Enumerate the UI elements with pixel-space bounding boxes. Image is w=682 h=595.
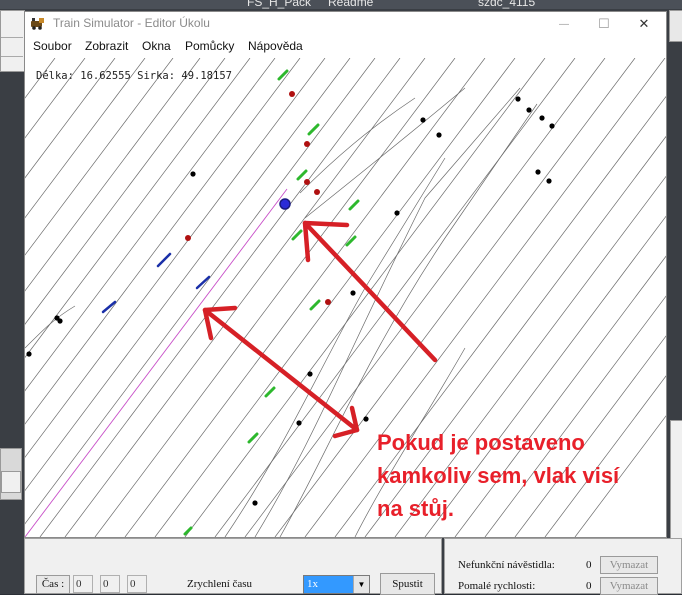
menu-pomucky[interactable]: Pomůcky bbox=[185, 39, 234, 53]
signal-red[interactable] bbox=[289, 91, 295, 97]
signal-red[interactable] bbox=[304, 141, 310, 147]
menu-napoveda[interactable]: Nápověda bbox=[248, 39, 303, 53]
signal-green[interactable] bbox=[277, 69, 289, 81]
signal-red[interactable] bbox=[314, 189, 320, 195]
track-node[interactable] bbox=[549, 123, 555, 129]
time-hours-field[interactable]: 0 bbox=[73, 575, 93, 593]
track-node[interactable] bbox=[539, 115, 545, 121]
track-node[interactable] bbox=[26, 351, 32, 357]
track-line bbox=[25, 58, 201, 292]
track-line bbox=[25, 58, 56, 99]
signal-green[interactable] bbox=[345, 235, 357, 247]
editor-window: Train Simulator - Editor Úkolu — ☐ ✕ Sou… bbox=[24, 11, 667, 538]
time-acceleration-value: 1x bbox=[304, 576, 354, 593]
track-node[interactable] bbox=[394, 210, 400, 216]
selected-route-line[interactable] bbox=[25, 188, 288, 537]
track-line bbox=[25, 58, 301, 425]
track-line bbox=[25, 58, 351, 492]
track-line bbox=[25, 58, 146, 219]
annotation-note: Pokud je postaveno kamkoliv sem, vlak vi… bbox=[377, 430, 620, 521]
annotation-arrows bbox=[202, 220, 438, 439]
signal-green[interactable] bbox=[264, 386, 276, 398]
simulation-controls-panel: Čas : 0 0 0 Zrychlení času 1x ▼ Spustit bbox=[24, 538, 442, 595]
selected-point-marker[interactable] bbox=[279, 198, 291, 210]
signal-green[interactable] bbox=[183, 526, 193, 536]
track-node[interactable] bbox=[296, 420, 302, 426]
background-taskbar: FS_H_Pack Readme szdc_4115 bbox=[0, 0, 682, 9]
blue-track-mark bbox=[156, 252, 172, 268]
chevron-down-icon[interactable]: ▼ bbox=[353, 576, 369, 593]
time-seconds-field[interactable]: 0 bbox=[127, 575, 147, 593]
train-app-icon bbox=[31, 18, 44, 30]
maximize-icon: ☐ bbox=[598, 16, 610, 31]
track-branch bbox=[299, 97, 416, 194]
coordinates-readout: Délka: 16.62555 Sirka: 49.18157 bbox=[36, 70, 232, 82]
window-titlebar[interactable]: Train Simulator - Editor Úkolu — ☐ ✕ bbox=[25, 12, 666, 36]
signal-red[interactable] bbox=[185, 235, 191, 241]
annotation-arrow-pointer bbox=[302, 220, 438, 363]
track-branch bbox=[25, 305, 76, 349]
signal-green[interactable] bbox=[307, 123, 320, 136]
maximize-button[interactable]: ☐ bbox=[584, 12, 624, 36]
slow-speeds-count: 0 bbox=[586, 580, 592, 592]
clear-slow-speeds-button[interactable]: Vymazat bbox=[600, 577, 658, 595]
taskbar-item[interactable]: szdc_4115 bbox=[478, 0, 535, 9]
time-minutes-field[interactable]: 0 bbox=[100, 575, 120, 593]
broken-signals-label: Nefunkční návěstidla: bbox=[458, 559, 555, 571]
track-node[interactable] bbox=[350, 290, 356, 296]
menu-zobrazit[interactable]: Zobrazit bbox=[85, 39, 128, 53]
track-line bbox=[25, 58, 276, 392]
track-node[interactable] bbox=[436, 132, 442, 138]
signal-green[interactable] bbox=[247, 432, 259, 444]
background-window-left bbox=[0, 10, 25, 72]
track-line bbox=[25, 58, 174, 256]
track-node[interactable] bbox=[546, 178, 552, 184]
track-node[interactable] bbox=[535, 169, 541, 175]
track-node[interactable] bbox=[57, 318, 63, 324]
slow-speeds-label: Pomalé rychlosti: bbox=[458, 580, 536, 592]
track-line bbox=[25, 58, 86, 139]
menubar: Soubor Zobrazit Okna Pomůcky Nápověda bbox=[25, 36, 666, 56]
track-line bbox=[39, 58, 401, 537]
map-canvas[interactable]: Délka: 16.62555 Sirka: 49.18157 Pokud je… bbox=[25, 58, 666, 537]
time-acceleration-label: Zrychlení času bbox=[187, 578, 253, 590]
menu-soubor[interactable]: Soubor bbox=[33, 39, 72, 53]
track-node[interactable] bbox=[363, 416, 369, 422]
taskbar-item[interactable]: FS_H_Pack bbox=[247, 0, 311, 9]
signal-green[interactable] bbox=[309, 299, 321, 311]
background-window-right bbox=[669, 10, 682, 42]
signal-red[interactable] bbox=[304, 179, 310, 185]
annotation-arrow-range bbox=[202, 307, 360, 433]
red-signals bbox=[185, 91, 331, 305]
signal-red[interactable] bbox=[325, 299, 331, 305]
clear-broken-signals-button[interactable]: Vymazat bbox=[600, 556, 658, 574]
time-acceleration-select[interactable]: 1x ▼ bbox=[303, 575, 370, 594]
close-icon: ✕ bbox=[638, 16, 650, 31]
track-node[interactable] bbox=[307, 371, 313, 377]
track-node[interactable] bbox=[420, 117, 426, 123]
status-panel: Nefunkční návěstidla: 0 Vymazat Pomalé r… bbox=[444, 538, 682, 595]
time-label-button[interactable]: Čas : bbox=[36, 575, 70, 594]
track-line bbox=[25, 58, 376, 525]
minimize-button[interactable]: — bbox=[544, 12, 584, 36]
signal-green[interactable] bbox=[348, 199, 360, 211]
broken-signals-count: 0 bbox=[586, 559, 592, 571]
taskbar-item[interactable]: Readme bbox=[328, 0, 373, 9]
start-button[interactable]: Spustit bbox=[380, 573, 435, 595]
track-node[interactable] bbox=[515, 96, 521, 102]
track-line bbox=[25, 58, 251, 358]
close-button[interactable]: ✕ bbox=[624, 12, 664, 36]
background-window-left-lower bbox=[0, 448, 22, 500]
track-node[interactable] bbox=[526, 107, 532, 113]
minimize-icon: — bbox=[559, 18, 569, 30]
menu-okna[interactable]: Okna bbox=[142, 39, 171, 53]
track-node[interactable] bbox=[252, 500, 258, 506]
background-window-right-lower bbox=[670, 420, 682, 542]
window-title: Train Simulator - Editor Úkolu bbox=[53, 16, 210, 30]
signal-green[interactable] bbox=[296, 169, 308, 181]
track-node[interactable] bbox=[190, 171, 196, 177]
